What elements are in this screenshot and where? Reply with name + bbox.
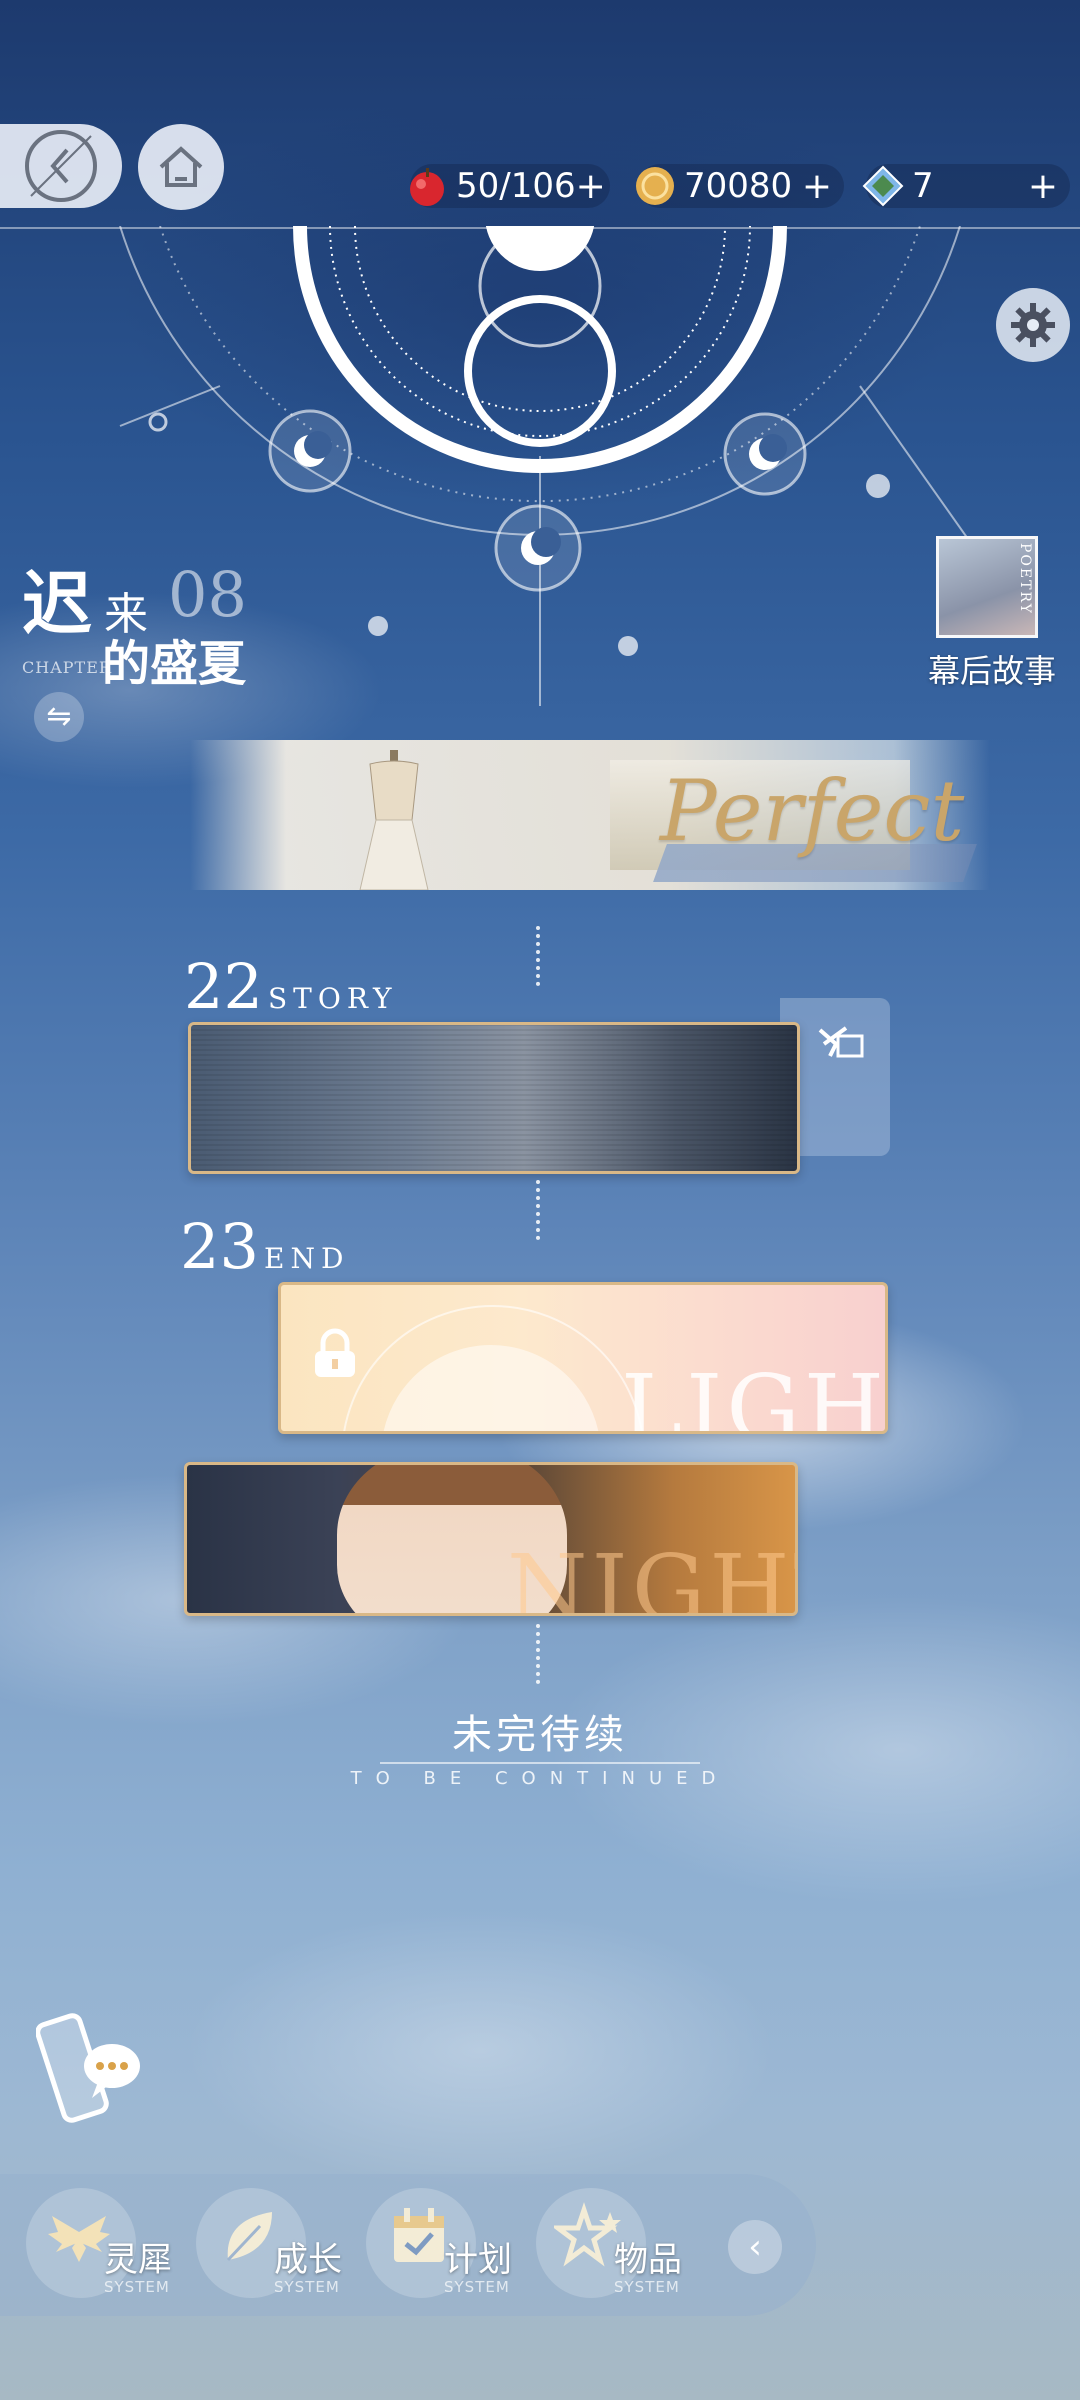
episode-tag: END [264, 1242, 350, 1275]
episode-number: 23 [180, 1210, 259, 1283]
coin-resource: 70080 + [636, 164, 844, 208]
nav-sublabel: SYSTEM [274, 2278, 340, 2296]
add-coin-button[interactable]: + [802, 166, 832, 207]
light-route-word: LIGHT [621, 1355, 888, 1434]
nav-label: 灵犀 [104, 2240, 172, 2280]
nav-lingxi[interactable]: 灵犀 SYSTEM [26, 2188, 186, 2302]
path-dots [536, 1180, 544, 1240]
to-be-continued: 未完待续 TO BE CONTINUED [320, 1702, 760, 1789]
nav-label: 物品 [614, 2240, 682, 2280]
home-button[interactable] [138, 124, 224, 210]
chapter-banner[interactable]: Perfect [190, 740, 990, 890]
chevron-left-icon: ‹ [748, 2227, 762, 2267]
diamond-resource: 7 + [862, 164, 1070, 208]
header-divider [0, 227, 1080, 229]
back-clock-icon [25, 130, 97, 202]
nav-sublabel: SYSTEM [614, 2278, 680, 2296]
behind-the-scenes-button[interactable]: POETRY 幕后故事 [928, 536, 1068, 692]
phone-message-button[interactable] [36, 2010, 146, 2130]
add-stamina-button[interactable]: + [576, 166, 606, 207]
stamina-resource: 50/106 + [410, 164, 610, 208]
gold-coin-icon [636, 167, 674, 205]
episode-23-night-card[interactable]: NIGHT [184, 1462, 798, 1616]
switch-chapter-button[interactable]: ⇋ [34, 692, 84, 742]
collapse-nav-button[interactable]: ‹ [728, 2220, 782, 2274]
night-route-word: NIGHT [507, 1535, 795, 1616]
nav-growth[interactable]: 成长 SYSTEM [196, 2188, 356, 2302]
episode-22-heading: 22 STORY [184, 950, 398, 1023]
dress-form-illustration [359, 750, 429, 890]
path-dots [536, 926, 544, 986]
chapter-title-char: 迟 [22, 562, 92, 645]
episode-22-card[interactable] [188, 1022, 800, 1174]
home-icon [159, 146, 203, 187]
episode-23-light-card[interactable]: LIGHT [278, 1282, 888, 1434]
swap-icon: ⇋ [46, 699, 72, 734]
add-diamond-button[interactable]: + [1028, 166, 1058, 207]
nav-sublabel: SYSTEM [104, 2278, 170, 2296]
phone-icon [36, 2013, 140, 2123]
apple-stamina-icon [410, 168, 444, 206]
episode-number: 22 [184, 950, 263, 1023]
divider-line [380, 1762, 700, 1764]
review-icon [818, 1026, 864, 1058]
stamina-value: 50/106 [456, 166, 576, 206]
path-dots [536, 1624, 544, 1684]
back-button[interactable] [0, 124, 122, 208]
to-be-continued-en: TO BE CONTINUED [350, 1768, 730, 1789]
chapter-label: CHAPTER [22, 658, 112, 677]
chapter-title-line2: 的盛夏 [102, 636, 247, 692]
behind-the-scenes-thumbnail: POETRY [936, 536, 1038, 638]
coin-value: 70080 [684, 166, 793, 206]
behind-the-scenes-label: 幕后故事 [928, 652, 1057, 690]
episode-tag: STORY [268, 982, 398, 1015]
nav-plan[interactable]: 计划 SYSTEM [366, 2188, 526, 2302]
lock-icon [315, 1328, 355, 1377]
banner-word: Perfect [660, 762, 965, 860]
episode-23-heading: 23 END [180, 1210, 349, 1283]
nav-label: 计划 [444, 2240, 512, 2280]
diamond-icon [862, 165, 904, 207]
thumb-caption: POETRY [1017, 543, 1033, 615]
chapter-number: 08 [168, 558, 247, 631]
gear-icon [1011, 303, 1055, 347]
nav-sublabel: SYSTEM [444, 2278, 510, 2296]
to-be-continued-cn: 未完待续 [452, 1712, 628, 1758]
chapter-title: 迟 来 08 的盛夏 CHAPTER [22, 548, 282, 692]
diamond-value: 7 [912, 166, 934, 206]
nav-label: 成长 [274, 2240, 342, 2280]
settings-button[interactable] [996, 288, 1070, 362]
nav-items[interactable]: 物品 SYSTEM [536, 2188, 696, 2302]
